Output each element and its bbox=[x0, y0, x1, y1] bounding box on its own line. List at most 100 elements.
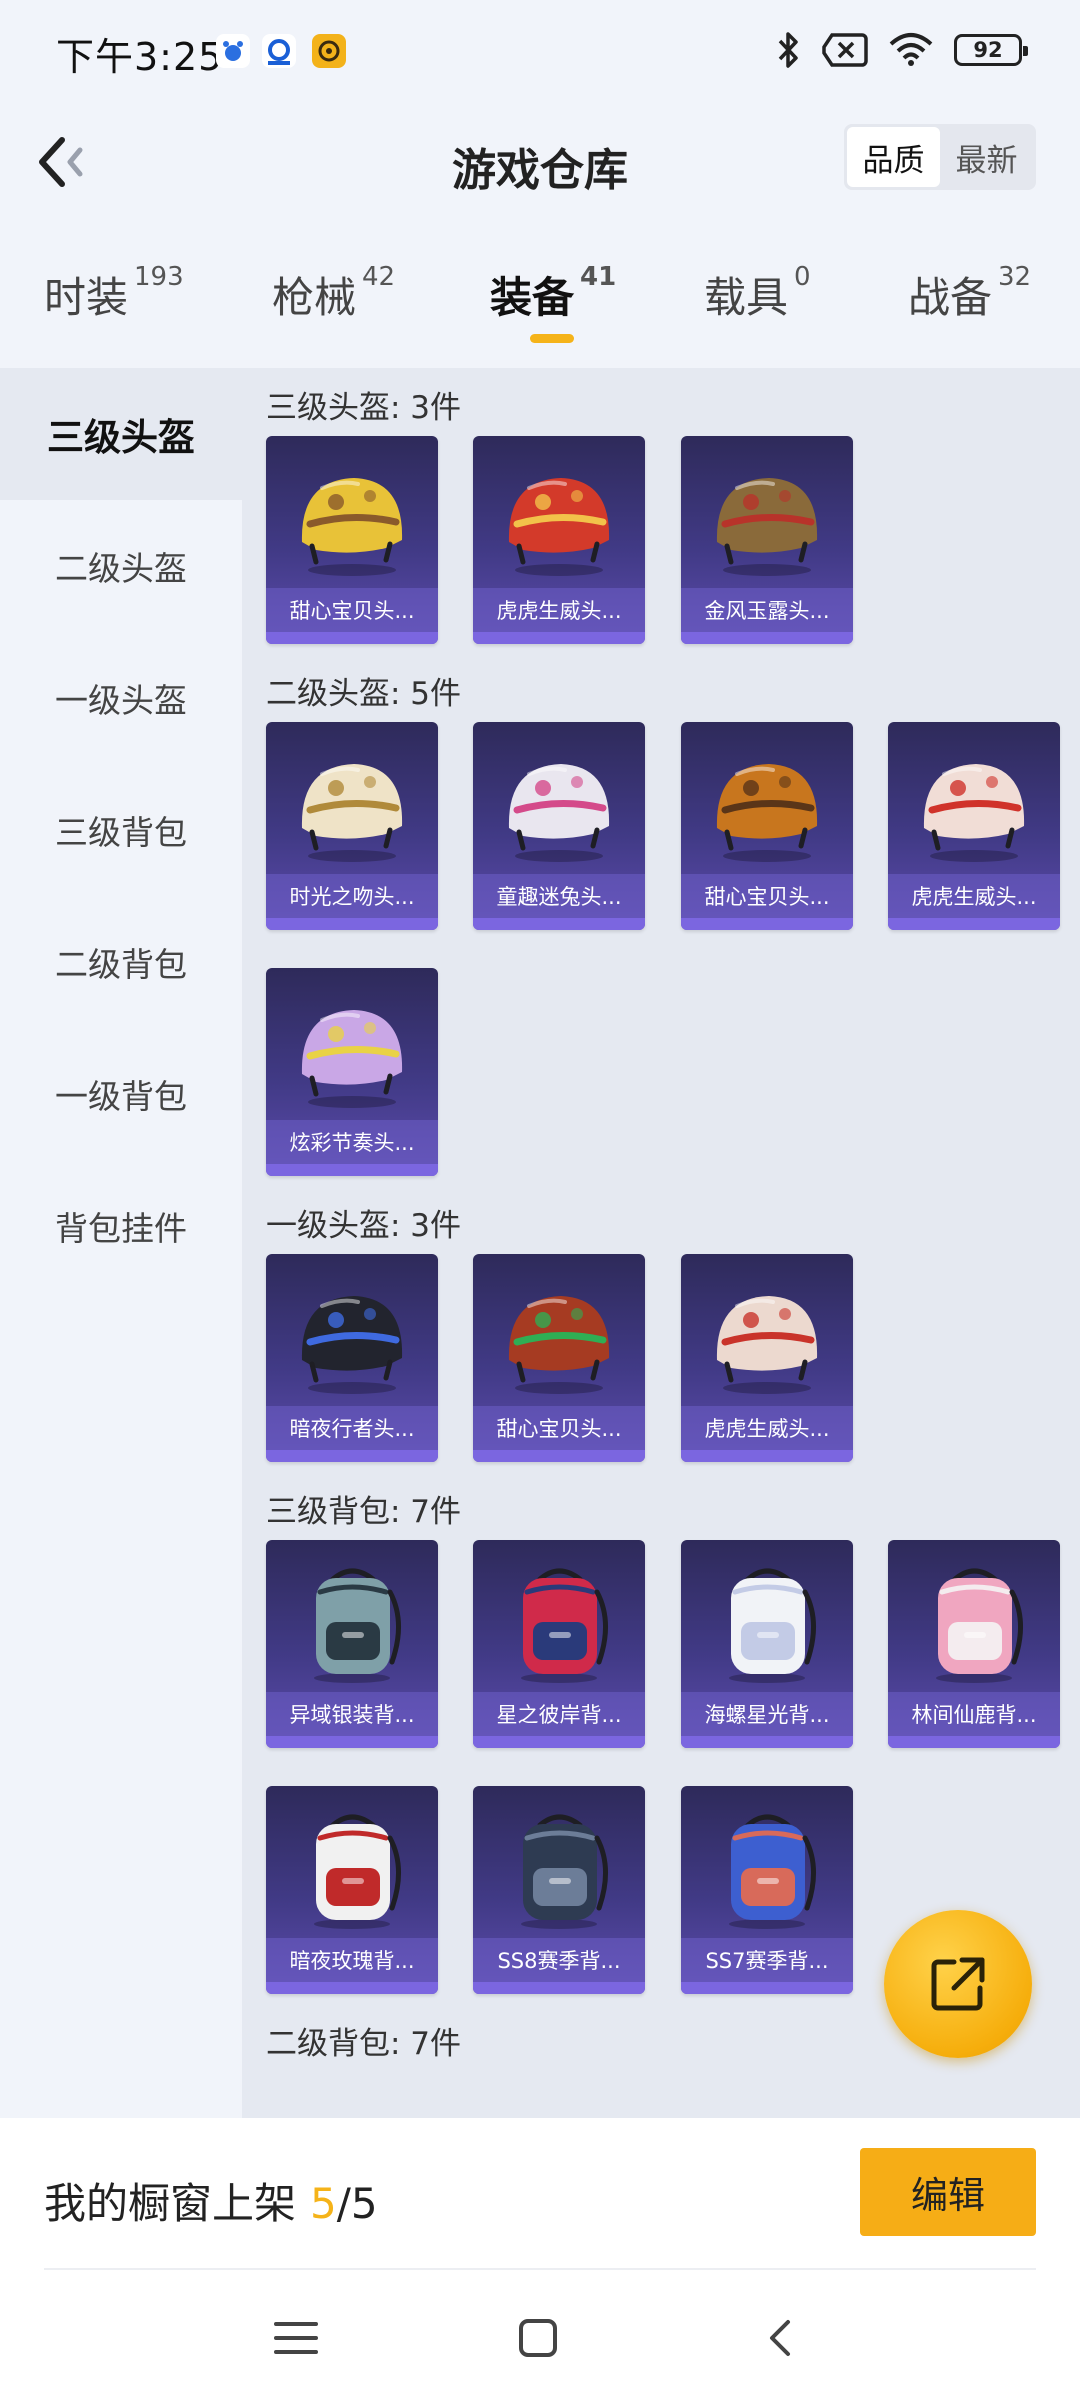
share-button[interactable] bbox=[884, 1910, 1032, 2058]
item-card[interactable]: SS7赛季背... bbox=[681, 1786, 853, 1994]
nav-bar: 游戏仓库 品质 最新 bbox=[0, 104, 1080, 224]
backpack-icon bbox=[936, 1568, 1024, 1683]
backpack-icon bbox=[314, 1814, 402, 1929]
item-card[interactable]: 甜心宝贝头... bbox=[681, 722, 853, 930]
item-card[interactable]: 虎虎生威头... bbox=[681, 1254, 853, 1462]
sidebar-item-backpack-charm[interactable]: 背包挂件 bbox=[0, 1160, 242, 1292]
rarity-strip bbox=[681, 1982, 853, 1994]
backpack-icon bbox=[521, 1814, 609, 1929]
wifi-icon bbox=[889, 33, 933, 66]
rarity-strip bbox=[266, 632, 438, 644]
item-card[interactable]: 异域银装背... bbox=[266, 1540, 438, 1748]
backpack-icon bbox=[314, 1568, 402, 1683]
sidebar-item-level2-helmet[interactable]: 二级头盔 bbox=[0, 500, 242, 632]
sidebar-item-level1-helmet[interactable]: 一级头盔 bbox=[0, 632, 242, 764]
tab-count: 0 bbox=[794, 262, 811, 292]
item-card[interactable]: 甜心宝贝头... bbox=[266, 436, 438, 644]
rarity-strip bbox=[473, 1450, 645, 1462]
section-header: 二级头盔: 5件 bbox=[266, 676, 462, 712]
status-time: 下午3:25 bbox=[56, 35, 224, 79]
section-header: 三级头盔: 3件 bbox=[266, 390, 462, 426]
helmet-icon bbox=[301, 1296, 403, 1394]
rarity-strip bbox=[681, 1736, 853, 1748]
tab-count: 42 bbox=[362, 262, 396, 292]
item-card[interactable]: 甜心宝贝头... bbox=[473, 1254, 645, 1462]
item-name: 星之彼岸背... bbox=[473, 1692, 645, 1736]
home-icon[interactable] bbox=[508, 2308, 568, 2368]
app-icon bbox=[262, 34, 296, 68]
item-card[interactable]: 星之彼岸背... bbox=[473, 1540, 645, 1748]
section-header: 三级背包: 7件 bbox=[266, 1494, 462, 1530]
item-card[interactable]: 时光之吻头... bbox=[266, 722, 438, 930]
item-name: 海螺星光背... bbox=[681, 1692, 853, 1736]
rarity-strip bbox=[266, 1982, 438, 1994]
battery-icon: 92 bbox=[954, 34, 1028, 66]
tab-equipment[interactable]: 装备 41 bbox=[490, 262, 616, 325]
rarity-strip bbox=[473, 1736, 645, 1748]
tab-label: 载具 bbox=[704, 273, 789, 322]
edit-button[interactable]: 编辑 bbox=[860, 2148, 1036, 2236]
sort-by-newest-button[interactable]: 最新 bbox=[940, 127, 1033, 187]
helmet-icon bbox=[716, 764, 818, 862]
tab-label: 装备 bbox=[490, 273, 575, 322]
sidebar-item-level3-helmet[interactable]: 三级头盔 bbox=[0, 368, 242, 500]
tab-label: 枪械 bbox=[272, 273, 357, 322]
item-card[interactable]: 童趣迷兔头... bbox=[473, 722, 645, 930]
tab-vehicles[interactable]: 载具 0 bbox=[704, 262, 811, 325]
sidebar-item-level2-backpack[interactable]: 二级背包 bbox=[0, 896, 242, 1028]
item-card[interactable]: 炫彩节奏头... bbox=[266, 968, 438, 1176]
item-name: 异域银装背... bbox=[266, 1692, 438, 1736]
baidu-app-icon bbox=[216, 34, 250, 68]
rarity-strip bbox=[266, 918, 438, 930]
app-icon bbox=[312, 34, 346, 68]
section-header: 一级头盔: 3件 bbox=[266, 1208, 462, 1244]
item-card[interactable]: 暗夜玫瑰背... bbox=[266, 1786, 438, 1994]
item-name: 甜心宝贝头... bbox=[266, 588, 438, 632]
backpack-icon bbox=[729, 1814, 817, 1929]
active-tab-indicator bbox=[530, 334, 574, 343]
item-card[interactable]: 金风玉露头... bbox=[681, 436, 853, 644]
item-card[interactable]: 海螺星光背... bbox=[681, 1540, 853, 1748]
tab-supplies[interactable]: 战备 32 bbox=[908, 262, 1032, 325]
backpack-icon bbox=[521, 1568, 609, 1683]
category-tabs: 时装 193 枪械 42 装备 41 载具 0 战备 32 bbox=[0, 250, 1080, 360]
helmet-icon bbox=[508, 1296, 610, 1394]
item-name: 虎虎生威头... bbox=[473, 588, 645, 632]
tab-fashion[interactable]: 时装 193 bbox=[44, 262, 184, 325]
item-grid-area[interactable]: 三级头盔: 3件 甜心宝贝头... 虎虎生威头... 金风玉露头... 二级头盔: 5件… bbox=[242, 368, 1080, 2118]
helmet-icon bbox=[508, 764, 610, 862]
sidebar-item-level3-backpack[interactable]: 三级背包 bbox=[0, 764, 242, 896]
rarity-strip bbox=[266, 1450, 438, 1462]
item-name: 暗夜行者头... bbox=[266, 1406, 438, 1450]
helmet-icon bbox=[301, 764, 403, 862]
item-card[interactable]: 林间仙鹿背... bbox=[888, 1540, 1060, 1748]
tab-count: 32 bbox=[998, 262, 1032, 292]
item-card[interactable]: 虎虎生威头... bbox=[888, 722, 1060, 930]
tab-label: 战备 bbox=[908, 273, 993, 322]
item-card[interactable]: 暗夜行者头... bbox=[266, 1254, 438, 1462]
rarity-strip bbox=[266, 1736, 438, 1748]
item-name: 童趣迷兔头... bbox=[473, 874, 645, 918]
subcategory-sidebar: 三级头盔 二级头盔 一级头盔 三级背包 二级背包 一级背包 背包挂件 bbox=[0, 368, 242, 2118]
app-screen: 下午3:25 92 游戏仓库 品质 最新 时装 193 枪械 42 装备 41 … bbox=[0, 0, 1080, 2400]
item-card[interactable]: 虎虎生威头... bbox=[473, 436, 645, 644]
sidebar-item-level1-backpack[interactable]: 一级背包 bbox=[0, 1028, 242, 1160]
bluetooth-icon bbox=[778, 32, 798, 68]
sort-by-quality-button[interactable]: 品质 bbox=[847, 127, 940, 187]
backpack-icon bbox=[729, 1568, 817, 1683]
item-name: 林间仙鹿背... bbox=[888, 1692, 1060, 1736]
rarity-strip bbox=[266, 1164, 438, 1176]
showcase-status: 我的橱窗上架 5/5 bbox=[44, 2170, 378, 2231]
helmet-icon bbox=[301, 478, 403, 576]
helmet-icon bbox=[716, 1296, 818, 1394]
item-name: 金风玉露头... bbox=[681, 588, 853, 632]
back-icon[interactable] bbox=[752, 2308, 812, 2368]
menu-icon[interactable] bbox=[266, 2308, 326, 2368]
rarity-strip bbox=[681, 632, 853, 644]
item-name: 暗夜玫瑰背... bbox=[266, 1938, 438, 1982]
system-nav-bar bbox=[0, 2270, 1080, 2400]
item-name: 虎虎生威头... bbox=[681, 1406, 853, 1450]
item-card[interactable]: SS8赛季背... bbox=[473, 1786, 645, 1994]
showcase-count: 5 bbox=[310, 2179, 337, 2228]
tab-weapons[interactable]: 枪械 42 bbox=[272, 262, 396, 325]
